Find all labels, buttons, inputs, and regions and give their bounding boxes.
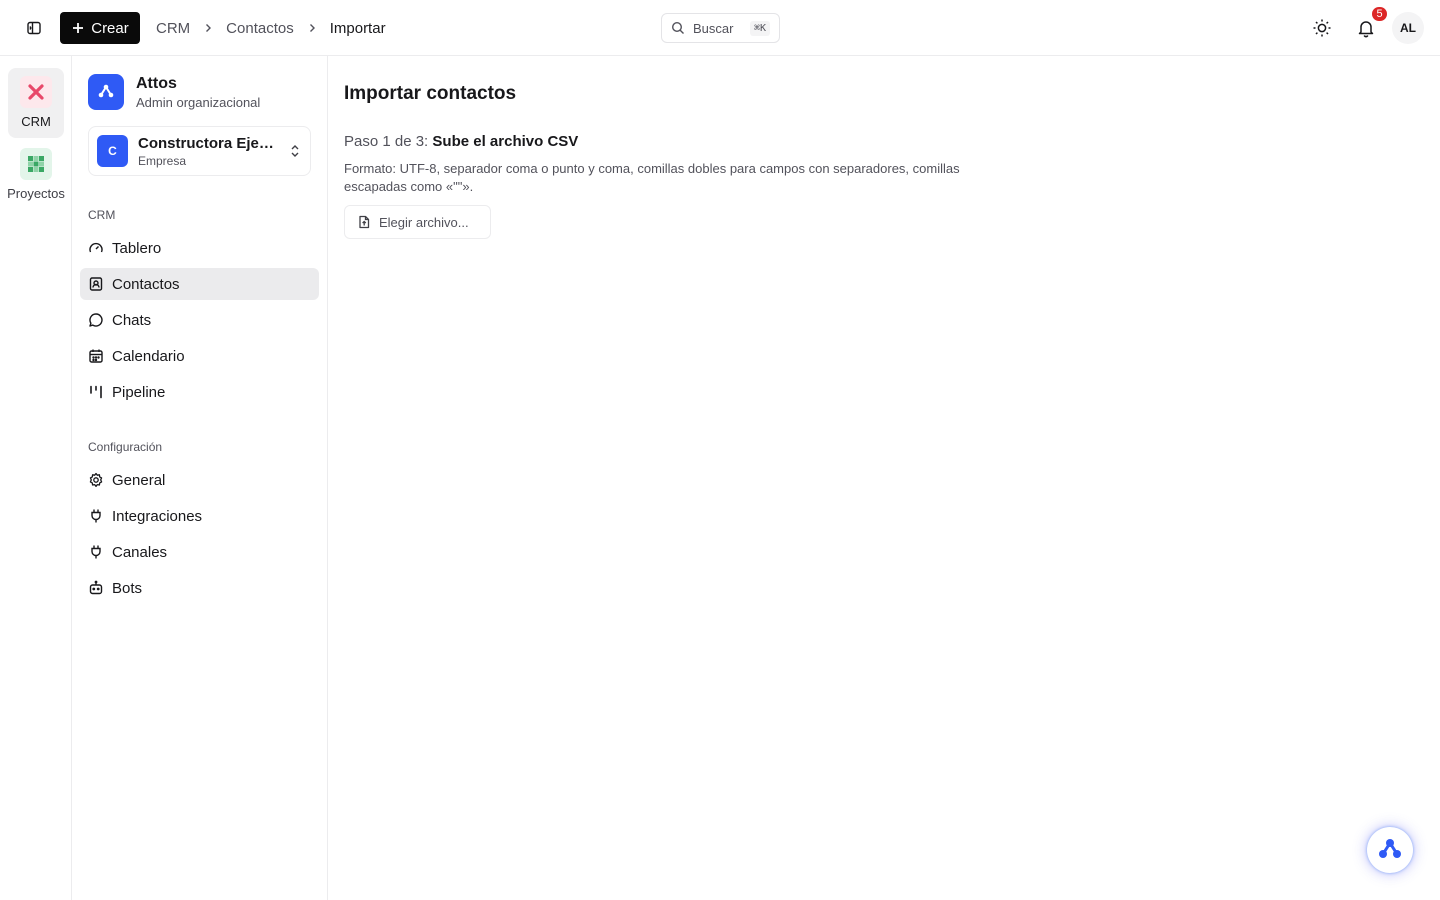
chevrons-up-down-icon — [288, 144, 302, 158]
org-role: Admin organizacional — [136, 94, 261, 110]
breadcrumb-importar: Importar — [329, 19, 386, 37]
org-header: Attos Admin organizacional — [88, 74, 260, 110]
search-label: Buscar — [693, 20, 734, 36]
breadcrumb-crm[interactable]: CRM — [156, 20, 190, 37]
sidebar-item-label: Contactos — [112, 275, 180, 293]
gear-icon — [89, 472, 103, 487]
sidebar-item-canales[interactable]: Canales — [80, 536, 319, 568]
sidebar-item-label: General — [112, 471, 166, 489]
rail-item-proyectos[interactable]: Proyectos — [0, 148, 72, 210]
plug-icon — [91, 545, 101, 559]
sidebar-item-general[interactable]: General — [80, 464, 319, 496]
format-description: Formato: UTF-8, separador coma o punto y… — [344, 161, 960, 194]
sidebar-item-contactos[interactable]: Contactos — [80, 268, 319, 300]
rail-item-label: CRM — [21, 114, 51, 129]
plus-icon — [73, 23, 84, 33]
notification-badge: 5 — [1371, 6, 1388, 22]
sidebar-item-label: Canales — [112, 543, 168, 561]
main-content: Importar contactos Paso 1 de 3: Sube el … — [328, 56, 1440, 900]
sidebar-item-label: Bots — [112, 579, 143, 597]
sidebar-item-integraciones[interactable]: Integraciones — [80, 500, 319, 532]
gauge-icon — [89, 242, 103, 253]
projects-grid-icon — [20, 148, 52, 180]
sidebar-item-label: Calendario — [112, 347, 185, 365]
sidebar-item-calendario[interactable]: Calendario — [80, 340, 319, 372]
search-icon — [671, 21, 684, 34]
plug-icon — [91, 509, 101, 523]
sidebar-item-label: Tablero — [112, 239, 162, 257]
sidebar-item-label: Chats — [112, 311, 152, 329]
sidebar: Attos Admin organizacional C Constructor… — [72, 56, 328, 900]
calendar-icon — [89, 349, 103, 363]
page-title: Importar contactos — [344, 83, 517, 104]
create-button[interactable]: Crear — [60, 12, 140, 44]
sidebar-item-chats[interactable]: Chats — [80, 304, 319, 336]
contact-icon — [89, 277, 103, 291]
choose-file-label: Elegir archivo... — [379, 214, 469, 230]
avatar[interactable]: AL — [1392, 12, 1424, 44]
rail-item-label: Proyectos — [7, 186, 65, 201]
pipeline-icon — [90, 385, 102, 399]
org-logo-icon — [88, 74, 124, 110]
section-label-crm: CRM — [88, 208, 116, 222]
sidebar-item-pipeline[interactable]: Pipeline — [80, 376, 319, 408]
step-prefix: Paso 1 de 3: — [344, 133, 429, 150]
search-button[interactable]: Buscar ⌘K — [661, 13, 780, 43]
chevron-right-icon — [202, 22, 214, 34]
org-name: Attos — [136, 74, 177, 92]
section-label-configuracion: Configuración — [88, 440, 163, 454]
breadcrumb-contactos[interactable]: Contactos — [226, 20, 294, 37]
crm-x-icon — [20, 76, 52, 108]
app-rail: CRM Proyectos — [0, 56, 72, 900]
chat-bubble-icon — [89, 313, 103, 327]
assistant-logo-icon — [1379, 839, 1401, 858]
assistant-fab[interactable] — [1367, 827, 1413, 873]
sidebar-item-tablero[interactable]: Tablero — [80, 232, 319, 264]
sidebar-item-bots[interactable]: Bots — [80, 572, 319, 604]
sidebar-item-label: Pipeline — [112, 383, 166, 401]
company-type: Empresa — [138, 153, 187, 168]
company-switcher[interactable]: C Constructora Ejemplo Empresa — [88, 126, 311, 176]
top-bar: Crear CRM Contactos Importar Buscar ⌘K 5… — [0, 0, 1440, 56]
step-indicator: Paso 1 de 3: Sube el archivo CSV — [344, 133, 578, 150]
sidebar-toggle-icon[interactable] — [22, 16, 46, 40]
rail-item-crm[interactable]: CRM — [8, 68, 64, 138]
bot-icon — [89, 580, 103, 595]
choose-file-button[interactable]: Elegir archivo... — [344, 205, 491, 239]
company-name: Constructora Ejemplo — [138, 134, 278, 152]
step-title: Sube el archivo CSV — [432, 133, 579, 150]
chevron-right-icon — [306, 22, 318, 34]
sidebar-item-label: Integraciones — [112, 507, 203, 525]
breadcrumb: CRM Contactos Importar — [156, 0, 386, 56]
sun-icon[interactable] — [1310, 16, 1334, 40]
create-button-label: Crear — [91, 19, 129, 37]
company-avatar: C — [97, 135, 128, 167]
search-shortcut: ⌘K — [749, 20, 770, 36]
file-upload-icon — [359, 215, 370, 229]
